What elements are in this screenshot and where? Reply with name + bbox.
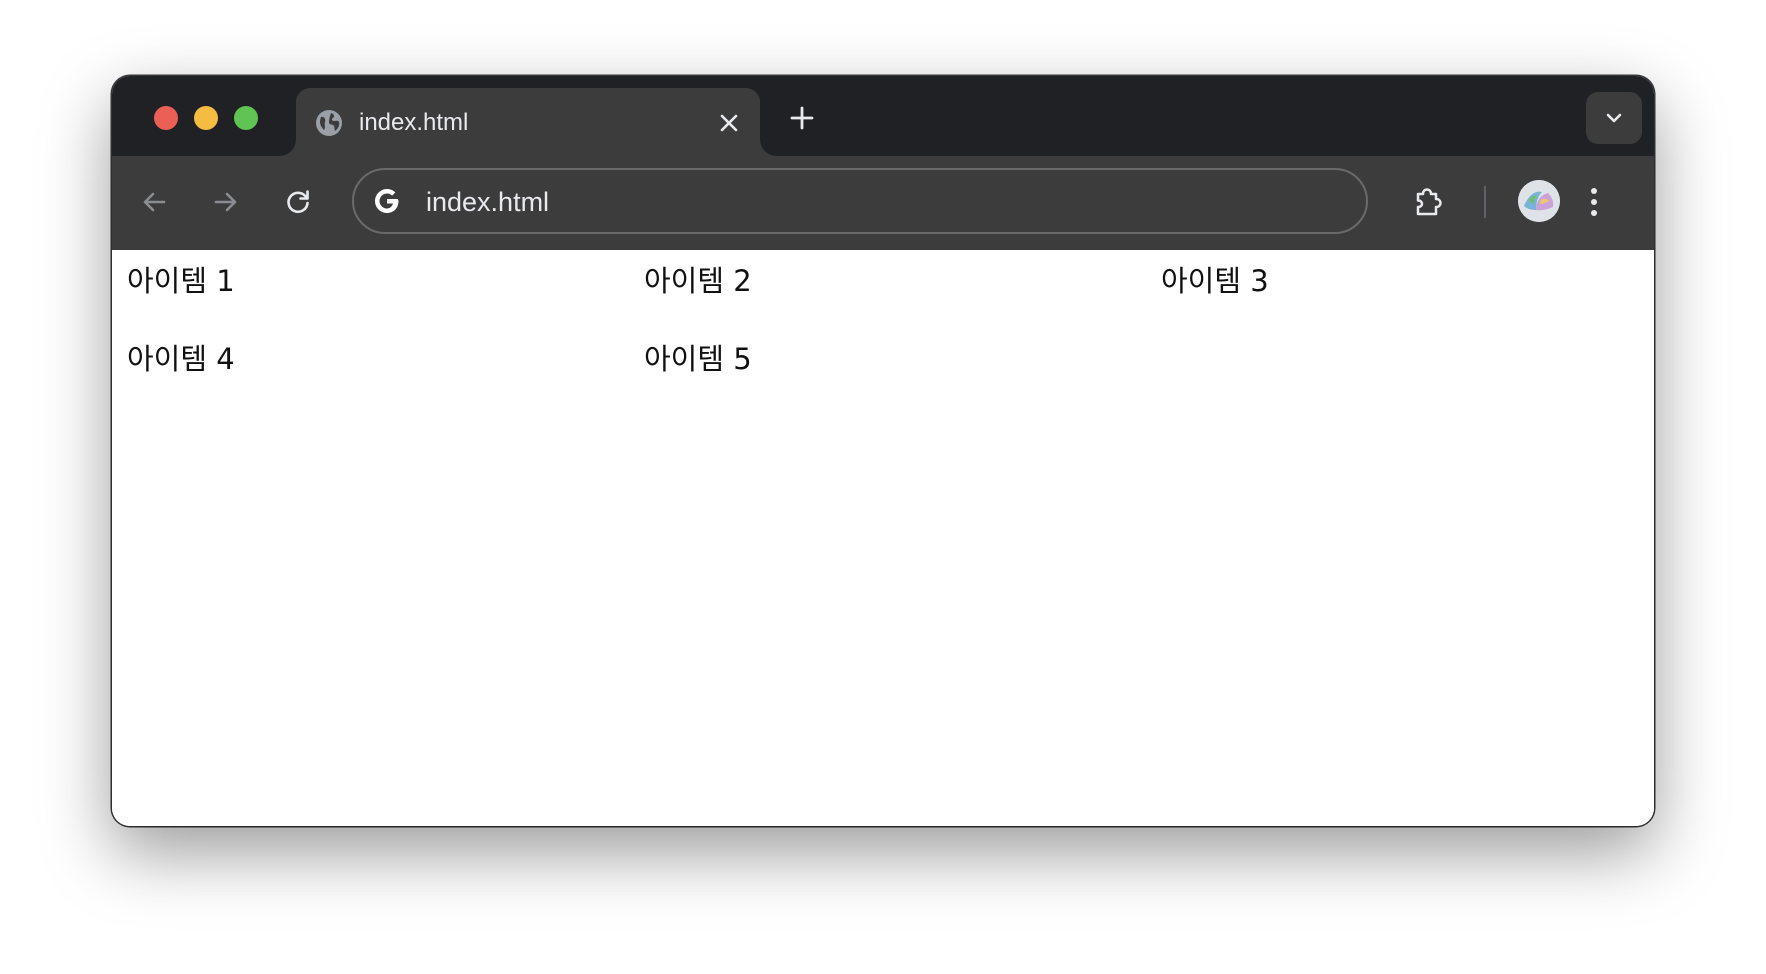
address-bar[interactable]: index.html	[352, 168, 1368, 234]
close-window-button[interactable]	[154, 106, 178, 130]
grid-item-1: 아이템 1	[127, 264, 235, 298]
toolbar-divider	[1484, 186, 1486, 218]
tab-search-button[interactable]	[1586, 92, 1642, 144]
item-grid: 아이템 1 아이템 2 아이템 3 아이템 4 아이템 5	[127, 262, 1654, 378]
grid-item-5: 아이템 5	[644, 342, 752, 376]
chevron-down-icon	[1606, 113, 1622, 123]
profile-avatar[interactable]	[1518, 180, 1560, 222]
google-icon	[375, 189, 399, 213]
browser-toolbar: index.html	[112, 156, 1654, 250]
maximize-window-button[interactable]	[234, 106, 258, 130]
title-bar: index.html	[112, 76, 1654, 156]
browser-window: index.html index.html 아이템 1 아이템 2 아이템 3 …	[112, 76, 1654, 826]
new-tab-plus-icon[interactable]	[786, 102, 818, 134]
page-viewport: 아이템 1 아이템 2 아이템 3 아이템 4 아이템 5	[112, 250, 1654, 826]
kebab-menu-icon[interactable]	[1578, 184, 1610, 220]
arrow-right-icon[interactable]	[210, 186, 242, 218]
grid-item-3: 아이템 3	[1161, 264, 1269, 298]
tab-index-html[interactable]: index.html	[280, 88, 776, 156]
globe-icon	[316, 110, 342, 136]
minimize-window-button[interactable]	[194, 106, 218, 130]
grid-item-4: 아이템 4	[127, 342, 235, 376]
grid-item-2: 아이템 2	[644, 264, 752, 298]
reload-icon[interactable]	[282, 186, 314, 218]
avatar-image	[1518, 180, 1560, 222]
puzzle-icon[interactable]	[1410, 184, 1446, 220]
url-text: index.html	[426, 187, 550, 217]
tab-title: index.html	[359, 109, 469, 136]
close-icon[interactable]	[716, 110, 742, 136]
desktop-background: index.html index.html 아이템 1 아이템 2 아이템 3 …	[0, 0, 1766, 974]
arrow-left-icon[interactable]	[138, 186, 170, 218]
